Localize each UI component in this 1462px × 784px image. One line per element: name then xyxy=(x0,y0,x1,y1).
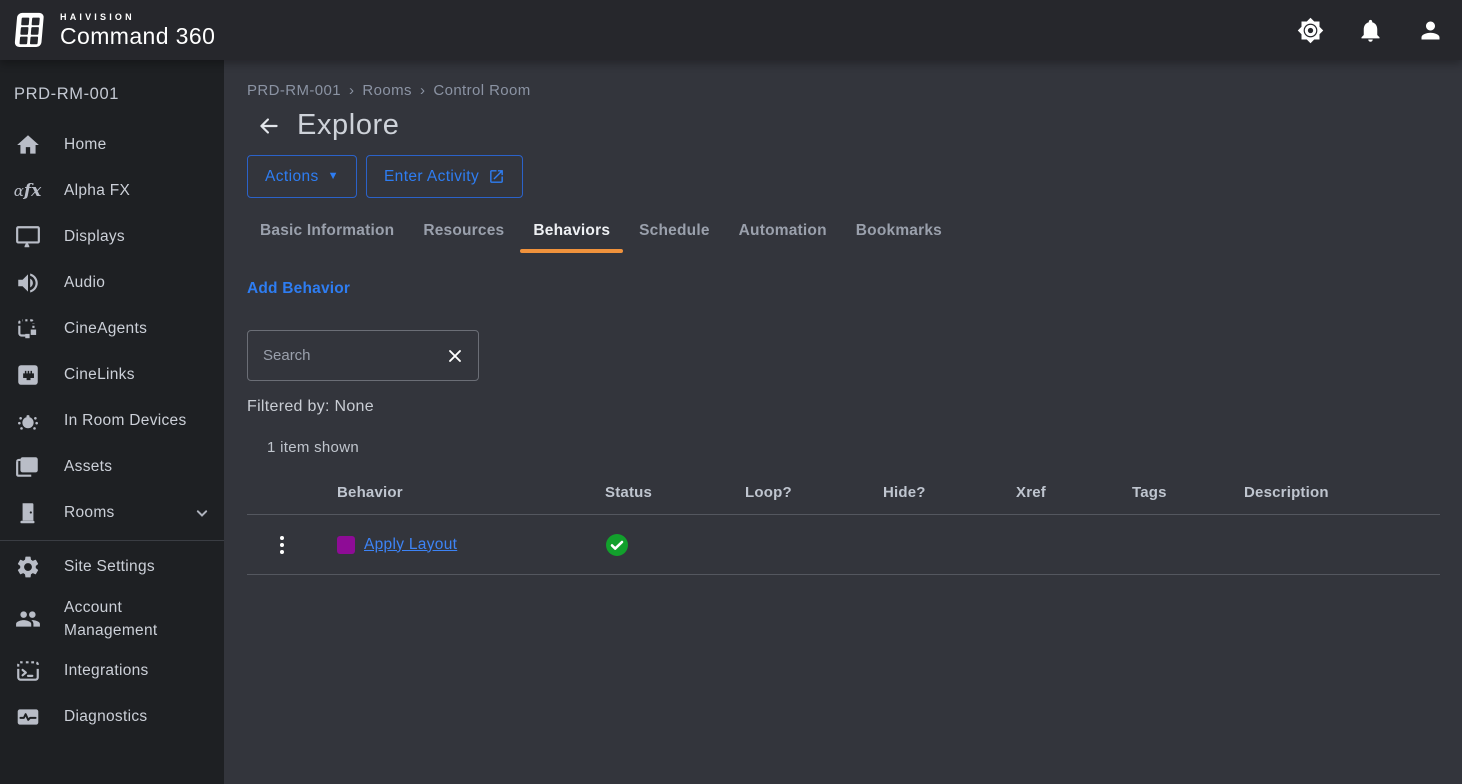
enter-activity-button[interactable]: Enter Activity xyxy=(366,155,523,198)
sidebar-item-audio[interactable]: Audio xyxy=(0,260,224,306)
assets-icon xyxy=(14,454,41,481)
column-status: Status xyxy=(585,476,725,514)
status-cell xyxy=(585,533,725,557)
gear-icon xyxy=(14,554,41,581)
items-shown-count: 1 item shown xyxy=(267,439,1440,456)
tab-bookmarks[interactable]: Bookmarks xyxy=(843,215,955,253)
sidebar-item-cineagents[interactable]: CineAgents xyxy=(0,306,224,352)
sidebar-item-assets[interactable]: Assets xyxy=(0,444,224,490)
rooms-icon xyxy=(14,500,41,527)
breadcrumb-site[interactable]: PRD-RM-001 xyxy=(247,82,341,99)
behavior-cell: Apply Layout xyxy=(317,536,585,554)
column-tags: Tags xyxy=(1112,476,1224,514)
column-loop: Loop? xyxy=(725,476,863,514)
command360-logo-icon xyxy=(12,10,50,50)
sidebar-item-account-management[interactable]: Account Management xyxy=(0,590,224,648)
tab-schedule[interactable]: Schedule xyxy=(626,215,723,253)
column-behavior: Behavior xyxy=(317,476,585,514)
sidebar-item-integrations[interactable]: Integrations xyxy=(0,648,224,694)
brand-name: HAIVISION xyxy=(60,13,215,22)
in-room-devices-icon xyxy=(14,408,41,435)
sidebar-item-rooms[interactable]: Rooms xyxy=(0,490,224,536)
diagnostics-icon xyxy=(14,704,41,731)
breadcrumb: PRD-RM-001 › Rooms › Control Room xyxy=(247,82,1440,99)
table-row: Apply Layout xyxy=(247,515,1440,575)
column-hide: Hide? xyxy=(863,476,996,514)
notifications-icon[interactable] xyxy=(1356,16,1384,44)
table-header-row: Behavior Status Loop? Hide? Xref Tags De… xyxy=(247,476,1440,515)
caret-down-icon: ▼ xyxy=(328,171,339,182)
status-enabled-icon xyxy=(605,533,629,557)
sidebar-item-diagnostics[interactable]: Diagnostics xyxy=(0,694,224,740)
tab-resources[interactable]: Resources xyxy=(410,215,517,253)
sidebar-item-cinelinks[interactable]: CineLinks xyxy=(0,352,224,398)
row-menu-kebab-icon[interactable] xyxy=(247,536,317,554)
back-arrow-icon[interactable] xyxy=(255,112,283,140)
cineagents-icon xyxy=(14,316,41,343)
sidebar: PRD-RM-001 Home αfx Alpha FX Displays Au… xyxy=(0,60,224,784)
sidebar-divider xyxy=(0,540,224,541)
behavior-link[interactable]: Apply Layout xyxy=(364,536,457,554)
breadcrumb-rooms[interactable]: Rooms xyxy=(362,82,412,99)
settings-icon[interactable] xyxy=(1296,16,1324,44)
search-box xyxy=(247,330,479,381)
display-icon xyxy=(14,224,41,251)
breadcrumb-room[interactable]: Control Room xyxy=(433,82,530,99)
home-icon xyxy=(14,132,41,159)
alpha-fx-icon: αfx xyxy=(14,178,41,205)
cinelinks-icon xyxy=(14,362,41,389)
column-description: Description xyxy=(1224,476,1440,514)
add-behavior-link[interactable]: Add Behavior xyxy=(247,280,350,298)
page-title: Explore xyxy=(297,109,400,142)
people-icon xyxy=(14,606,41,633)
tab-behaviors[interactable]: Behaviors xyxy=(520,215,623,253)
audio-icon xyxy=(14,270,41,297)
tab-automation[interactable]: Automation xyxy=(726,215,840,253)
clear-search-icon[interactable] xyxy=(444,345,466,367)
column-xref: Xref xyxy=(996,476,1112,514)
top-bar: HAIVISION Command 360 xyxy=(0,0,1462,60)
filtered-by-text: Filtered by: None xyxy=(247,398,1440,416)
sidebar-item-alpha-fx[interactable]: αfx Alpha FX xyxy=(0,168,224,214)
open-in-new-icon xyxy=(488,168,505,185)
account-icon[interactable] xyxy=(1416,16,1444,44)
terminal-icon xyxy=(14,658,41,685)
actions-button[interactable]: Actions ▼ xyxy=(247,155,357,198)
main-content: PRD-RM-001 › Rooms › Control Room Explor… xyxy=(224,60,1462,784)
sidebar-item-in-room-devices[interactable]: In Room Devices xyxy=(0,398,224,444)
breadcrumb-separator: › xyxy=(349,82,354,99)
search-input[interactable] xyxy=(263,347,444,364)
sidebar-item-site-settings[interactable]: Site Settings xyxy=(0,544,224,590)
column-actions xyxy=(247,476,317,514)
product-name: Command 360 xyxy=(60,25,215,48)
tab-basic-information[interactable]: Basic Information xyxy=(247,215,407,253)
breadcrumb-separator: › xyxy=(420,82,425,99)
brand-logo[interactable]: HAIVISION Command 360 xyxy=(12,10,215,50)
sidebar-item-home[interactable]: Home xyxy=(0,122,224,168)
behaviors-table: Behavior Status Loop? Hide? Xref Tags De… xyxy=(247,476,1440,575)
sidebar-site-name: PRD-RM-001 xyxy=(0,60,224,122)
behavior-color-swatch xyxy=(337,536,355,554)
chevron-down-icon[interactable] xyxy=(192,503,212,523)
sidebar-item-displays[interactable]: Displays xyxy=(0,214,224,260)
tab-bar: Basic Information Resources Behaviors Sc… xyxy=(247,215,1440,253)
